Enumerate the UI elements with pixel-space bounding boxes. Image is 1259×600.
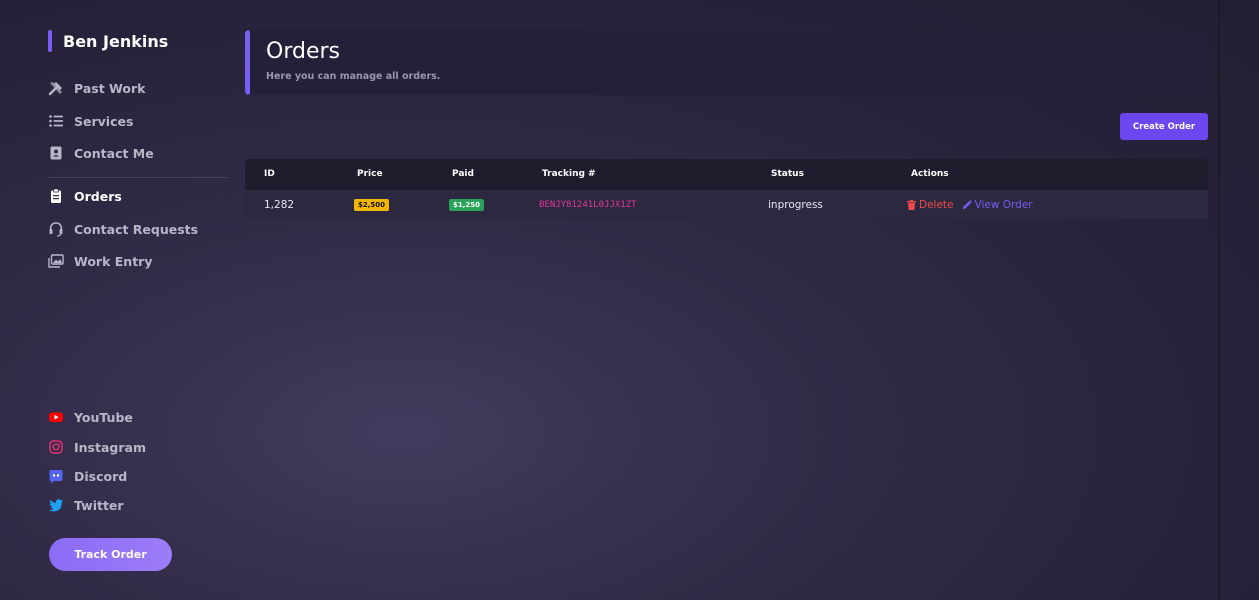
sidebar-item-work-entry[interactable]: Work Entry xyxy=(48,250,153,272)
clipboard-icon xyxy=(48,188,64,204)
sidebar-item-label: Contact Requests xyxy=(74,221,199,237)
sidebar-item-label: Contact Me xyxy=(74,145,154,161)
view-order-label: View Order xyxy=(974,198,1033,211)
sidebar-item-label: Orders xyxy=(74,188,122,204)
contact-book-icon xyxy=(48,145,64,161)
paid-badge: $1,250 xyxy=(449,198,485,211)
sidebar-item-contact-requests[interactable]: Contact Requests xyxy=(48,218,198,240)
column-header-price: Price xyxy=(357,169,383,179)
brand-name: Ben Jenkins xyxy=(63,31,169,51)
social-label: YouTube xyxy=(74,409,133,425)
orders-table: ID Price Paid Tracking # Status Actions … xyxy=(245,159,1208,219)
sidebar-item-past-work[interactable]: Past Work xyxy=(48,77,145,99)
order-status: inprogress xyxy=(768,198,823,211)
delete-order-link[interactable]: Delete xyxy=(907,199,954,211)
social-label: Twitter xyxy=(74,497,124,513)
paid-cell: $1,250 xyxy=(449,190,485,219)
headset-icon xyxy=(48,221,64,237)
images-icon xyxy=(48,253,64,269)
nav-divider xyxy=(48,177,228,178)
create-order-button[interactable]: Create Order xyxy=(1120,113,1208,140)
tools-icon xyxy=(48,80,64,96)
sidebar-item-contact-me[interactable]: Contact Me xyxy=(48,142,154,164)
page-subtitle: Here you can manage all orders. xyxy=(266,71,441,82)
list-icon xyxy=(48,113,64,129)
twitter-icon xyxy=(48,497,64,513)
sidebar-item-label: Services xyxy=(74,113,134,129)
social-label: Instagram xyxy=(74,439,146,455)
social-instagram[interactable]: Instagram xyxy=(48,436,146,458)
sidebar-item-orders[interactable]: Orders xyxy=(48,185,122,207)
youtube-icon xyxy=(48,409,64,425)
column-header-id: ID xyxy=(264,169,275,179)
actions-cell: Delete View Order xyxy=(907,190,1033,219)
scrollbar-track[interactable] xyxy=(1218,0,1220,600)
sidebar: Ben Jenkins Past Work Services Contact M… xyxy=(0,0,230,600)
social-youtube[interactable]: YouTube xyxy=(48,406,133,428)
instagram-icon xyxy=(48,439,64,455)
view-order-link[interactable]: View Order xyxy=(962,199,1033,211)
column-header-status: Status xyxy=(771,169,804,179)
social-twitter[interactable]: Twitter xyxy=(48,494,124,516)
table-row: 1,282 $2,500 $1,250 BENJY81241L0JJX1ZT i… xyxy=(245,190,1208,219)
price-badge: $2,500 xyxy=(354,198,390,211)
tracking-number: BENJY81241L0JJX1ZT xyxy=(539,199,637,210)
trash-icon xyxy=(907,199,916,210)
sidebar-item-label: Work Entry xyxy=(74,253,153,269)
order-id: 1,282 xyxy=(264,198,295,211)
social-label: Discord xyxy=(74,468,128,484)
column-header-tracking: Tracking # xyxy=(542,169,596,179)
track-order-button[interactable]: Track Order xyxy=(49,538,172,571)
table-header: ID Price Paid Tracking # Status Actions xyxy=(245,159,1208,190)
sidebar-item-services[interactable]: Services xyxy=(48,110,133,132)
column-header-actions: Actions xyxy=(911,169,949,179)
delete-label: Delete xyxy=(919,198,954,211)
column-header-paid: Paid xyxy=(452,169,474,179)
price-cell: $2,500 xyxy=(354,190,390,219)
social-discord[interactable]: Discord xyxy=(48,465,127,487)
sidebar-item-label: Past Work xyxy=(74,80,146,96)
header-accent-bar xyxy=(245,30,250,95)
brand-accent-bar xyxy=(48,30,52,52)
pencil-icon xyxy=(962,199,972,209)
page-title: Orders xyxy=(266,39,340,64)
discord-icon xyxy=(48,468,64,484)
page-header: Orders Here you can manage all orders. xyxy=(245,30,1208,95)
brand: Ben Jenkins xyxy=(48,30,168,52)
